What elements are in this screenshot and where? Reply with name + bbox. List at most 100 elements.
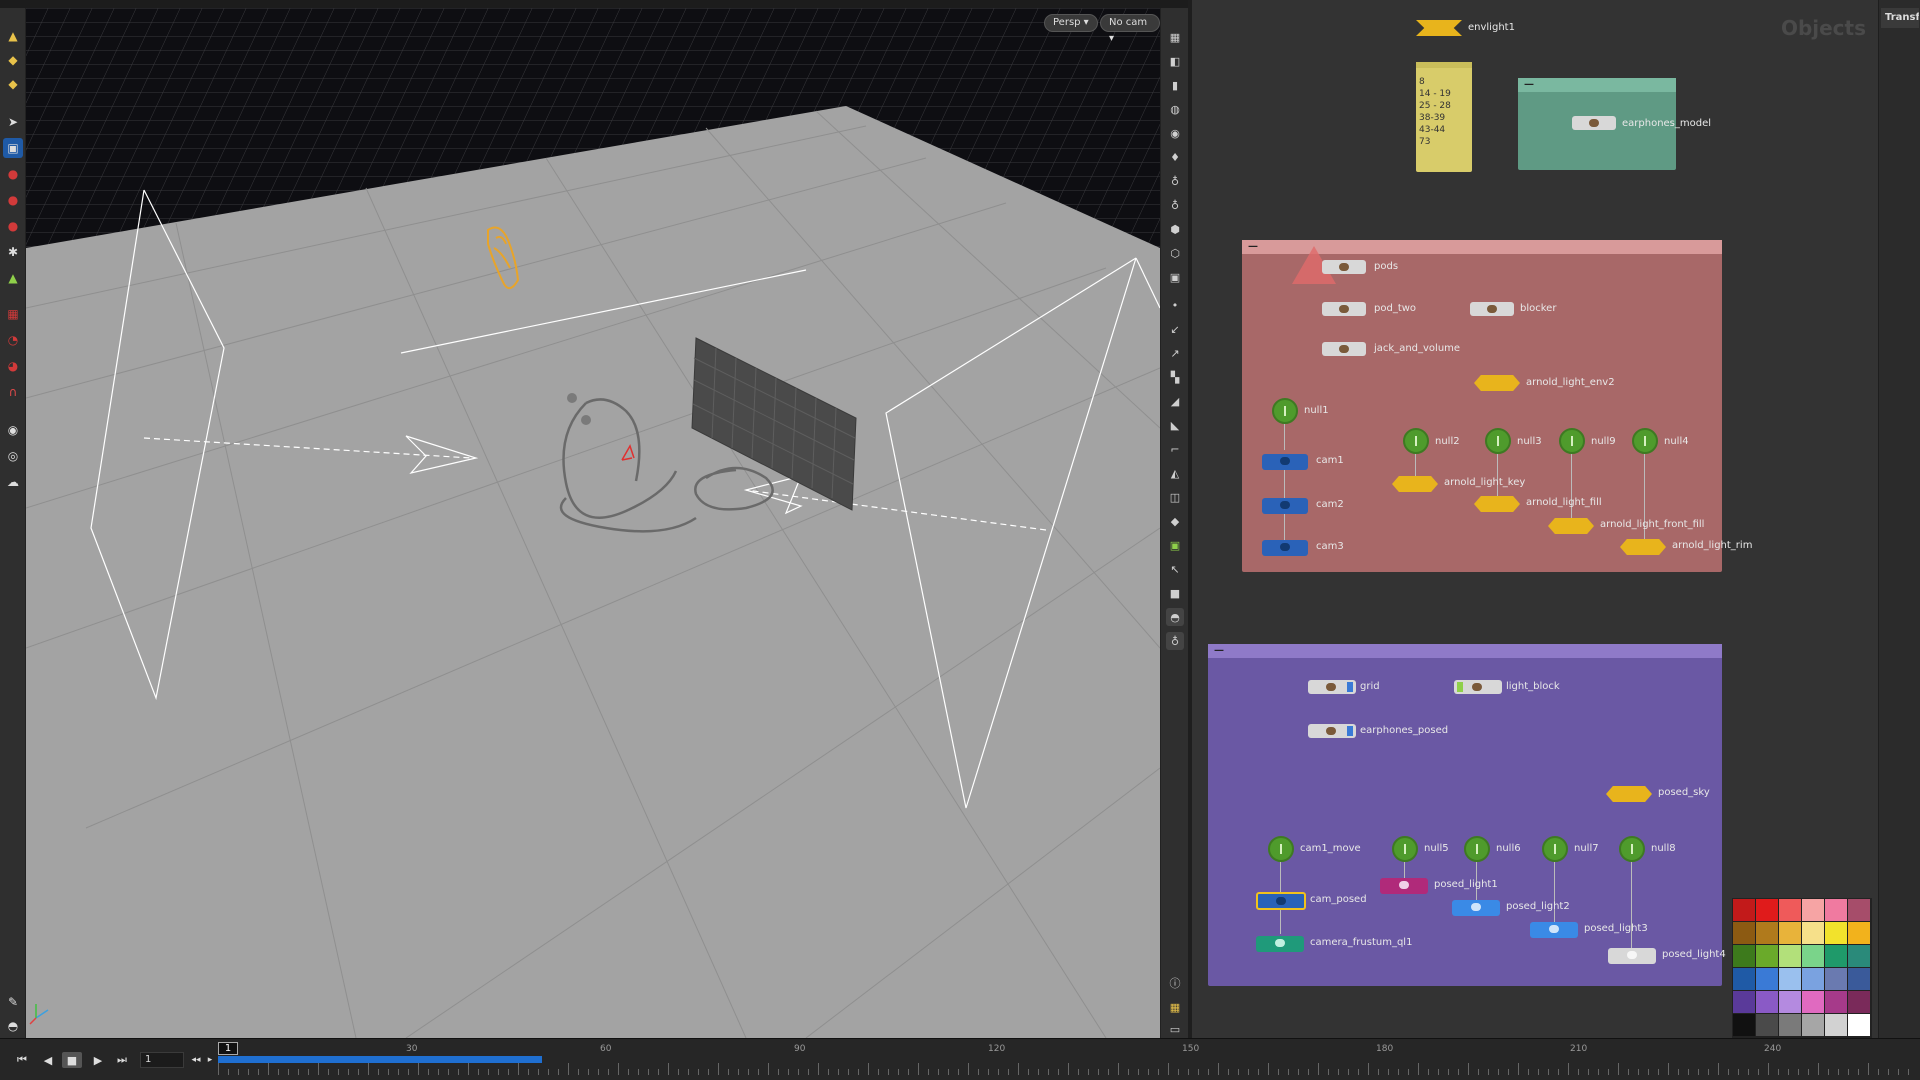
handle-tool-icon[interactable]: ◆ <box>3 74 23 94</box>
color-swatch[interactable] <box>1779 922 1801 944</box>
step-back-icon[interactable]: ◀ <box>38 1052 58 1068</box>
camera-menu[interactable]: No cam ▾ <box>1100 14 1160 44</box>
posed-light4-node[interactable] <box>1608 948 1656 964</box>
color-swatch[interactable] <box>1825 945 1847 967</box>
null1-node[interactable] <box>1272 398 1298 424</box>
color-swatch[interactable] <box>1733 968 1755 990</box>
play-icon[interactable]: ▶ <box>88 1052 108 1068</box>
grid-toggle-icon[interactable]: ▦ <box>1166 998 1184 1016</box>
posed-sky-node[interactable] <box>1606 786 1652 802</box>
color-swatch[interactable] <box>1733 922 1755 944</box>
transform-tool-icon[interactable]: ◆ <box>3 50 23 70</box>
ghost-objects-icon[interactable]: ◣ <box>1166 416 1184 434</box>
viewport-canvas[interactable] <box>26 8 1160 1038</box>
color-swatch[interactable] <box>1779 968 1801 990</box>
color-swatch[interactable] <box>1848 922 1870 944</box>
color-swatch[interactable] <box>1756 899 1778 921</box>
lock-icon[interactable]: ▣ <box>3 138 23 158</box>
color-swatch[interactable] <box>1825 991 1847 1013</box>
cam1-move-node[interactable] <box>1268 836 1294 862</box>
camera-frustum-node[interactable] <box>1256 936 1304 952</box>
hull-display-icon[interactable]: ◢ <box>1166 392 1184 410</box>
network-editor[interactable]: Objects envlight1 8 14 - 19 25 - 28 38-3… <box>1192 0 1878 1038</box>
color-swatch[interactable] <box>1825 968 1847 990</box>
pod-two-node[interactable] <box>1322 302 1366 316</box>
color-swatch[interactable] <box>1802 1014 1824 1036</box>
view-perspective-menu[interactable]: Persp ▾ <box>1044 14 1098 32</box>
color-swatch[interactable] <box>1733 1014 1755 1036</box>
sticky-note[interactable]: 8 14 - 19 25 - 28 38-39 43-44 73 <box>1416 62 1472 172</box>
texture-display-icon[interactable]: ◫ <box>1166 488 1184 506</box>
color-swatch[interactable] <box>1756 945 1778 967</box>
color-swatch[interactable] <box>1802 991 1824 1013</box>
color-swatch[interactable] <box>1848 1014 1870 1036</box>
viewport-layout-icon[interactable]: ▦ <box>1166 28 1184 46</box>
display-mode-icon[interactable]: ◍ <box>1166 100 1184 118</box>
color-swatch[interactable] <box>1848 899 1870 921</box>
cam1-node[interactable] <box>1262 454 1308 470</box>
material-display-icon[interactable]: ◆ <box>1166 512 1184 530</box>
info-icon[interactable]: ⓘ <box>1166 974 1184 992</box>
cam2-node[interactable] <box>1262 498 1308 514</box>
color-swatch[interactable] <box>1779 991 1801 1013</box>
blocker-node[interactable] <box>1470 302 1514 316</box>
timeline-ruler[interactable]: 30 60 90 120 150 180 210 240 <box>214 1041 1920 1079</box>
snapshot-icon[interactable]: ◓ <box>1166 608 1184 626</box>
point-display-icon[interactable]: • <box>1166 296 1184 314</box>
cam-posed-node[interactable] <box>1256 892 1306 910</box>
color-swatch[interactable] <box>1825 922 1847 944</box>
shading-icon[interactable]: ◉ <box>1166 124 1184 142</box>
lighting-icon[interactable]: ♦ <box>1166 148 1184 166</box>
jump-start-icon[interactable]: ⏮ <box>12 1052 32 1068</box>
dropper-icon[interactable]: ✎ <box>3 992 23 1012</box>
snap-point-icon[interactable]: ◔ <box>3 330 23 350</box>
color-swatch[interactable] <box>1779 945 1801 967</box>
stop-icon[interactable]: ■ <box>62 1052 82 1068</box>
pods-node[interactable] <box>1322 260 1366 274</box>
render-region-icon[interactable]: ◧ <box>1166 52 1184 70</box>
grid-display-icon[interactable]: ⌐ <box>1166 440 1184 458</box>
jump-end-icon[interactable]: ⏭ <box>112 1052 132 1068</box>
pose-tool-icon[interactable]: ● <box>3 190 23 210</box>
network-box-posed[interactable]: — <box>1208 644 1722 986</box>
color-swatch[interactable] <box>1733 945 1755 967</box>
background-image-icon[interactable]: ◭ <box>1166 464 1184 482</box>
lock-camera-icon[interactable]: ▮ <box>1166 76 1184 94</box>
arnold-light-key-node[interactable] <box>1392 476 1438 492</box>
transform-tab[interactable]: Transf <box>1881 8 1919 28</box>
rotate-tool-icon[interactable]: ● <box>3 216 23 236</box>
color-swatch[interactable] <box>1779 1014 1801 1036</box>
null5-node[interactable] <box>1392 836 1418 862</box>
uv-display-icon[interactable]: ▚ <box>1166 368 1184 386</box>
color-swatch[interactable] <box>1779 899 1801 921</box>
magnet-snap-icon[interactable]: ∩ <box>3 382 23 402</box>
color-swatch[interactable] <box>1756 968 1778 990</box>
scale-tool-icon[interactable]: ✱ <box>3 242 23 262</box>
envlight-node[interactable] <box>1416 20 1462 36</box>
ghost-icon[interactable]: ⬡ <box>1166 244 1184 262</box>
color-swatch[interactable] <box>1802 968 1824 990</box>
color-swatch[interactable] <box>1756 922 1778 944</box>
brush-tool-icon[interactable]: ▲ <box>3 268 23 288</box>
color-swatch[interactable] <box>1733 899 1755 921</box>
geometry-display-icon[interactable]: ⬢ <box>1166 220 1184 238</box>
visibility-icon[interactable]: ▣ <box>1166 536 1184 554</box>
snap-grid-icon[interactable]: ▦ <box>3 304 23 324</box>
shadow-icon[interactable]: ♁ <box>1166 196 1184 214</box>
grid-node[interactable] <box>1308 680 1356 694</box>
flipbook-icon[interactable]: ♁ <box>1166 632 1184 650</box>
null8-node[interactable] <box>1619 836 1645 862</box>
color-swatch[interactable] <box>1802 899 1824 921</box>
screen-icon[interactable]: ▭ <box>1166 1020 1184 1038</box>
posed-light2-node[interactable] <box>1452 900 1500 916</box>
jack-and-volume-node[interactable] <box>1322 342 1366 356</box>
color-swatch[interactable] <box>1848 945 1870 967</box>
earphones-posed-node[interactable] <box>1308 724 1356 738</box>
selection-display-icon[interactable]: ■ <box>1166 584 1184 602</box>
frame-field[interactable]: 1 <box>140 1052 184 1068</box>
camera-view-icon[interactable]: ◉ <box>3 420 23 440</box>
light-block-node[interactable] <box>1454 680 1502 694</box>
display-options-icon[interactable]: ◓ <box>3 1016 23 1036</box>
pointer-icon[interactable]: ➤ <box>3 112 23 132</box>
vector-display-icon[interactable]: ↗ <box>1166 344 1184 362</box>
